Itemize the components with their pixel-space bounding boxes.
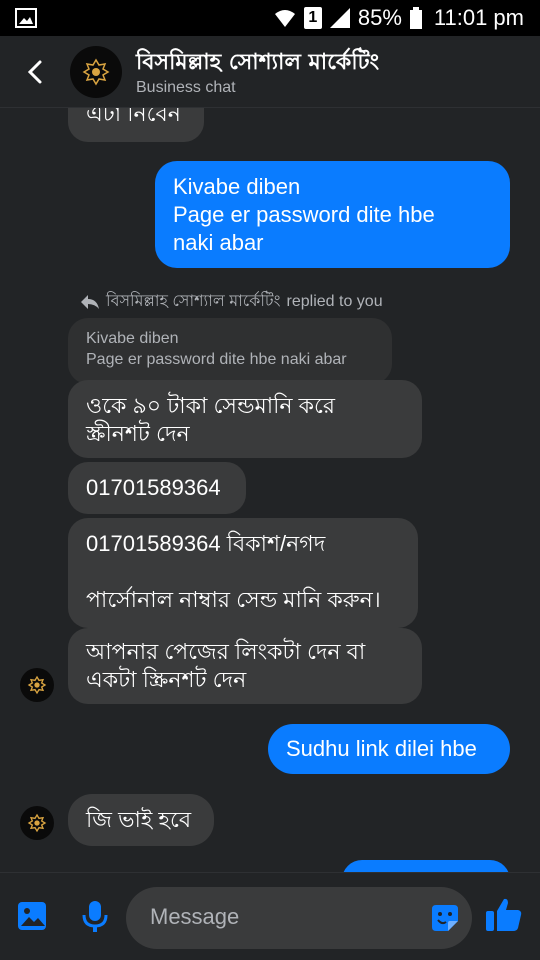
reply-suffix: replied to you (286, 292, 383, 310)
message-incoming[interactable]: 01701589364 (68, 462, 246, 514)
clock: 11:01 pm (433, 5, 524, 30)
contact-subtitle: Business chat (136, 79, 236, 96)
composer-bar: Message (0, 872, 540, 960)
message-placeholder: Message (150, 904, 240, 929)
reply-arrow-icon (81, 294, 99, 309)
chat-header: বিসমিল্লাহ সোশ্যাল মার্কেটিং Business ch… (0, 36, 540, 108)
sim-badge: 1 (303, 7, 322, 29)
gallery-notification-icon (15, 8, 37, 28)
logo-icon (27, 813, 47, 833)
status-bar: 1 85% 11:01 pm (0, 0, 540, 36)
reply-indicator: বিসমিল্লাহ সোশ্যাল মার্কেটিং replied to … (80, 288, 383, 315)
logo-icon (27, 675, 47, 695)
message-input[interactable]: Message (126, 887, 472, 949)
contact-avatar-small[interactable] (20, 806, 54, 840)
logo-icon (82, 58, 110, 86)
contact-avatar-small[interactable] (20, 668, 54, 702)
message-list[interactable]: এটা নিবেন Kivabe diben Page er password … (0, 108, 540, 872)
back-icon[interactable] (18, 54, 54, 90)
sim-number: 1 (303, 7, 322, 29)
message-incoming[interactable]: এটা নিবেন (68, 108, 204, 142)
wifi-icon (274, 8, 296, 28)
message-incoming[interactable]: ওকে ৯০ টাকা সেন্ডমানি করে স্ক্রীনশট দেন (68, 380, 422, 458)
message-incoming[interactable]: আপনার পেজের লিংকটা দেন বা একটা স্ক্রিনশট… (68, 628, 422, 704)
mic-icon[interactable] (78, 899, 112, 933)
contact-avatar[interactable] (70, 46, 122, 98)
message-outgoing[interactable]: Sudhu link dilei hbe (268, 724, 510, 774)
image-icon[interactable] (16, 899, 50, 933)
reply-sender: বিসমিল্লাহ সোশ্যাল মার্কেটিং (106, 293, 281, 310)
contact-name[interactable]: বিসমিল্লাহ সোশ্যাল মার্কেটিং (136, 45, 379, 82)
like-icon[interactable] (484, 895, 524, 935)
battery-percent: 85% (357, 5, 402, 30)
battery-icon (409, 7, 422, 29)
quoted-message[interactable]: Kivabe diben Page er password dite hbe n… (68, 318, 392, 384)
message-incoming[interactable]: 01701589364 বিকাশ/নগদ পার্সোনাল নাম্বার … (68, 518, 418, 628)
signal-icon (329, 8, 350, 28)
message-outgoing-partial[interactable] (342, 860, 510, 872)
message-incoming[interactable]: জি ভাই হবে (68, 794, 214, 846)
sticker-icon[interactable] (428, 901, 462, 935)
message-outgoing[interactable]: Kivabe diben Page er password dite hbe n… (155, 161, 510, 268)
